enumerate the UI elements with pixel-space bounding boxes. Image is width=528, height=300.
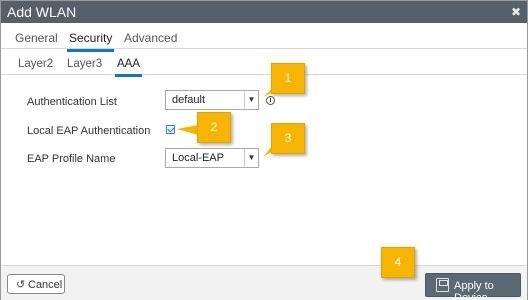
undo-icon: ↺	[16, 279, 26, 291]
eap-profile-name-label: EAP Profile Name	[27, 153, 116, 165]
tab-general[interactable]: General	[15, 31, 58, 45]
eap-profile-name-value: Local-EAP	[172, 152, 224, 164]
info-icon[interactable]: i	[266, 96, 275, 105]
tab-layer2[interactable]: Layer2	[18, 58, 53, 70]
dialog-titlebar: Add WLAN ✖	[1, 1, 527, 23]
dialog-footer: ↺ Cancel Apply to Device	[1, 265, 527, 300]
cancel-button[interactable]: ↺ Cancel	[7, 274, 65, 294]
cancel-label: Cancel	[28, 279, 63, 291]
main-tab-bar: General Security Advanced	[1, 23, 527, 52]
callout-2: 2	[197, 112, 231, 143]
callout-2-pointer	[177, 125, 198, 135]
tab-layer2-label: Layer2	[18, 58, 54, 70]
tab-aaa[interactable]: AAA	[115, 58, 143, 77]
tab-advanced-label: Advanced	[124, 31, 178, 45]
tab-general-label: General	[15, 31, 58, 45]
chevron-down-icon: ▼	[244, 91, 258, 109]
callout-1: 1	[271, 63, 305, 94]
apply-to-device-button[interactable]: Apply to Device	[425, 273, 521, 300]
callout-3: 3	[271, 123, 305, 154]
eap-profile-name-select[interactable]: Local-EAP ▼	[165, 148, 259, 168]
tab-aaa-label: AAA	[117, 58, 141, 70]
save-icon	[436, 278, 449, 292]
add-wlan-dialog: Add WLAN ✖ General Security Advanced Lay…	[0, 0, 528, 300]
tab-security[interactable]: Security	[67, 31, 115, 52]
authentication-list-select[interactable]: default ▼	[165, 90, 259, 110]
authentication-list-value: default	[172, 94, 206, 106]
callout-4: 4	[381, 247, 415, 278]
local-eap-authentication-checkbox[interactable]	[166, 125, 175, 134]
close-icon[interactable]: ✖	[511, 5, 521, 19]
sub-tab-bar: Layer2 Layer3 AAA	[1, 49, 527, 77]
chevron-down-icon: ▼	[244, 149, 258, 167]
active-subtab-indicator	[115, 74, 143, 77]
tab-layer3[interactable]: Layer3	[67, 58, 102, 70]
tab-layer3-label: Layer3	[67, 58, 103, 70]
authentication-list-label: Authentication List	[27, 96, 117, 108]
tab-security-label: Security	[69, 31, 113, 45]
local-eap-authentication-label: Local EAP Authentication	[27, 125, 151, 137]
tab-advanced[interactable]: Advanced	[124, 31, 177, 45]
apply-to-device-label: Apply to Device	[454, 280, 494, 300]
dialog-title: Add WLAN	[7, 4, 77, 20]
